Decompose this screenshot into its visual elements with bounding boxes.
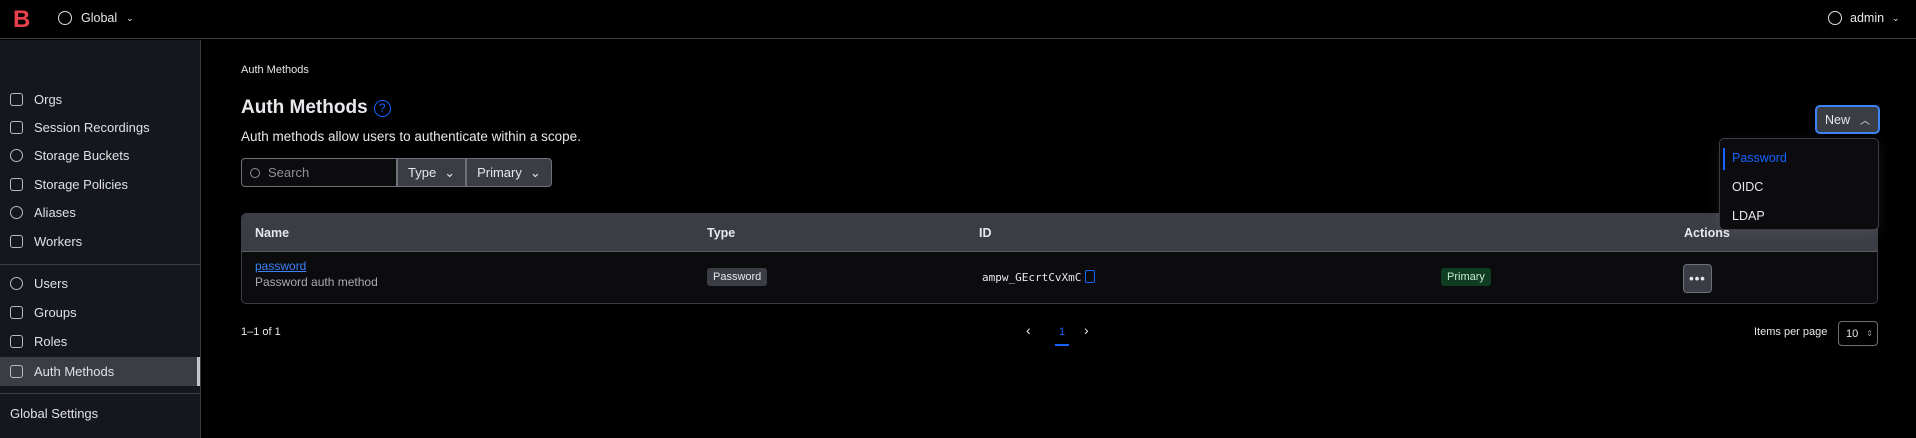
help-icon[interactable]: ?: [373, 99, 391, 117]
film-icon: [10, 121, 23, 134]
items-per-page-value: 10: [1846, 327, 1859, 340]
sidebar-item-storage-policies[interactable]: Storage Policies: [0, 170, 200, 199]
primary-badge: Primary: [1441, 268, 1491, 286]
chevron-down-icon: ⌄: [529, 164, 541, 180]
column-header-name: Name: [255, 226, 290, 240]
type-filter-button[interactable]: Type ⌄: [397, 158, 467, 187]
hourglass-icon: [10, 178, 23, 191]
sidebar-divider: [0, 264, 200, 265]
sidebar-item-users[interactable]: Users: [0, 269, 200, 298]
auth-method-description: Password auth method: [255, 275, 378, 289]
column-header-type: Type: [707, 226, 736, 240]
chevron-updown-icon: ⇕: [1866, 329, 1873, 338]
chevron-down-icon: ⌄: [1892, 12, 1900, 23]
id-badge-icon: [10, 335, 23, 348]
search-input[interactable]: Search: [241, 158, 397, 187]
filter-bar: Search Type ⌄ Primary ⌄: [241, 158, 552, 187]
new-button[interactable]: New ︿: [1815, 105, 1880, 134]
chevron-down-icon: ⌄: [126, 12, 134, 23]
sidebar-item-label: Users: [34, 276, 68, 291]
menu-item-password[interactable]: Password: [1732, 151, 1787, 165]
sidebar: Orgs Session Recordings Storage Buckets …: [0, 40, 201, 438]
top-header: B Global ⌄ admin ⌄: [0, 0, 1916, 39]
type-filter-label: Type: [408, 165, 437, 180]
users-icon: [10, 277, 23, 290]
cloud-upload-icon: [10, 149, 23, 162]
sidebar-item-workers[interactable]: Workers: [0, 227, 200, 256]
previous-page-icon[interactable]: ‹: [1026, 322, 1031, 338]
cpu-icon: [10, 235, 23, 248]
next-page-icon[interactable]: ›: [1084, 322, 1089, 338]
page-title: Auth Methods: [241, 97, 368, 118]
items-per-page-select[interactable]: 10 ⇕: [1838, 321, 1878, 346]
search-icon: [250, 167, 260, 178]
pagination-summary: 1–1 of 1: [241, 326, 281, 338]
new-button-label: New: [1824, 112, 1850, 127]
table-row: password Password auth method Password a…: [242, 252, 1877, 303]
building-icon: [10, 93, 23, 106]
sidebar-item-session-recordings[interactable]: Session Recordings: [0, 113, 200, 142]
sidebar-divider: [0, 393, 200, 394]
sidebar-item-label: Storage Buckets: [34, 148, 130, 163]
sidebar-item-roles[interactable]: Roles: [0, 327, 200, 356]
sidebar-item-orgs[interactable]: Orgs: [0, 85, 200, 114]
boundary-logo[interactable]: B: [13, 8, 31, 32]
sidebar-item-label: Storage Policies: [34, 177, 128, 192]
sidebar-item-label: Orgs: [34, 92, 63, 107]
items-per-page-label: Items per page: [1754, 326, 1828, 338]
page-number[interactable]: 1: [1055, 326, 1070, 346]
copy-icon[interactable]: [1085, 270, 1095, 283]
search-placeholder: Search: [268, 165, 310, 180]
row-actions-button[interactable]: •••: [1683, 264, 1712, 293]
at-sign-icon: [10, 206, 23, 219]
sidebar-item-global-settings[interactable]: Global Settings: [0, 399, 200, 428]
sidebar-item-storage-buckets[interactable]: Storage Buckets: [0, 141, 200, 170]
user-name: admin: [1850, 11, 1885, 25]
table-header: Name Type ID Actions: [242, 214, 1877, 252]
primary-filter-button[interactable]: Primary ⌄: [466, 158, 552, 187]
globe-icon: [58, 11, 72, 25]
sidebar-item-label: Session Recordings: [34, 120, 150, 135]
page-description: Auth methods allow users to authenticate…: [241, 129, 581, 144]
sidebar-item-label: Aliases: [34, 205, 76, 220]
sidebar-item-label: Global Settings: [10, 406, 99, 421]
user-icon: [1828, 11, 1842, 25]
sidebar-item-aliases[interactable]: Aliases: [0, 198, 200, 227]
lock-icon: [10, 365, 23, 378]
column-header-id: ID: [979, 226, 992, 240]
user-menu[interactable]: admin ⌄: [1828, 11, 1900, 25]
sidebar-item-label: Workers: [34, 234, 83, 249]
chevron-up-icon: ︿: [1860, 116, 1870, 127]
menu-item-oidc[interactable]: OIDC: [1732, 180, 1763, 194]
breadcrumb[interactable]: Auth Methods: [241, 64, 309, 76]
auth-methods-table: Name Type ID Actions password Password a…: [241, 213, 1878, 304]
groups-icon: [10, 306, 23, 319]
auth-method-name-link[interactable]: password: [255, 259, 306, 273]
menu-item-ldap[interactable]: LDAP: [1732, 209, 1765, 223]
scope-selector[interactable]: Global ⌄: [58, 11, 134, 25]
chevron-down-icon: ⌄: [444, 164, 456, 180]
sidebar-item-label: Roles: [34, 334, 68, 349]
new-dropdown-menu: Password OIDC LDAP: [1719, 138, 1879, 230]
scope-label: Global: [81, 11, 118, 25]
sidebar-item-label: Auth Methods: [34, 364, 115, 379]
sidebar-item-label: Groups: [34, 305, 77, 320]
sidebar-item-groups[interactable]: Groups: [0, 298, 200, 327]
type-badge: Password: [707, 268, 768, 286]
auth-method-id: ampw_GEcrtCvXmC: [982, 271, 1082, 284]
active-indicator: [1723, 148, 1725, 170]
primary-filter-label: Primary: [477, 165, 522, 180]
sidebar-item-auth-methods[interactable]: Auth Methods: [0, 357, 200, 386]
